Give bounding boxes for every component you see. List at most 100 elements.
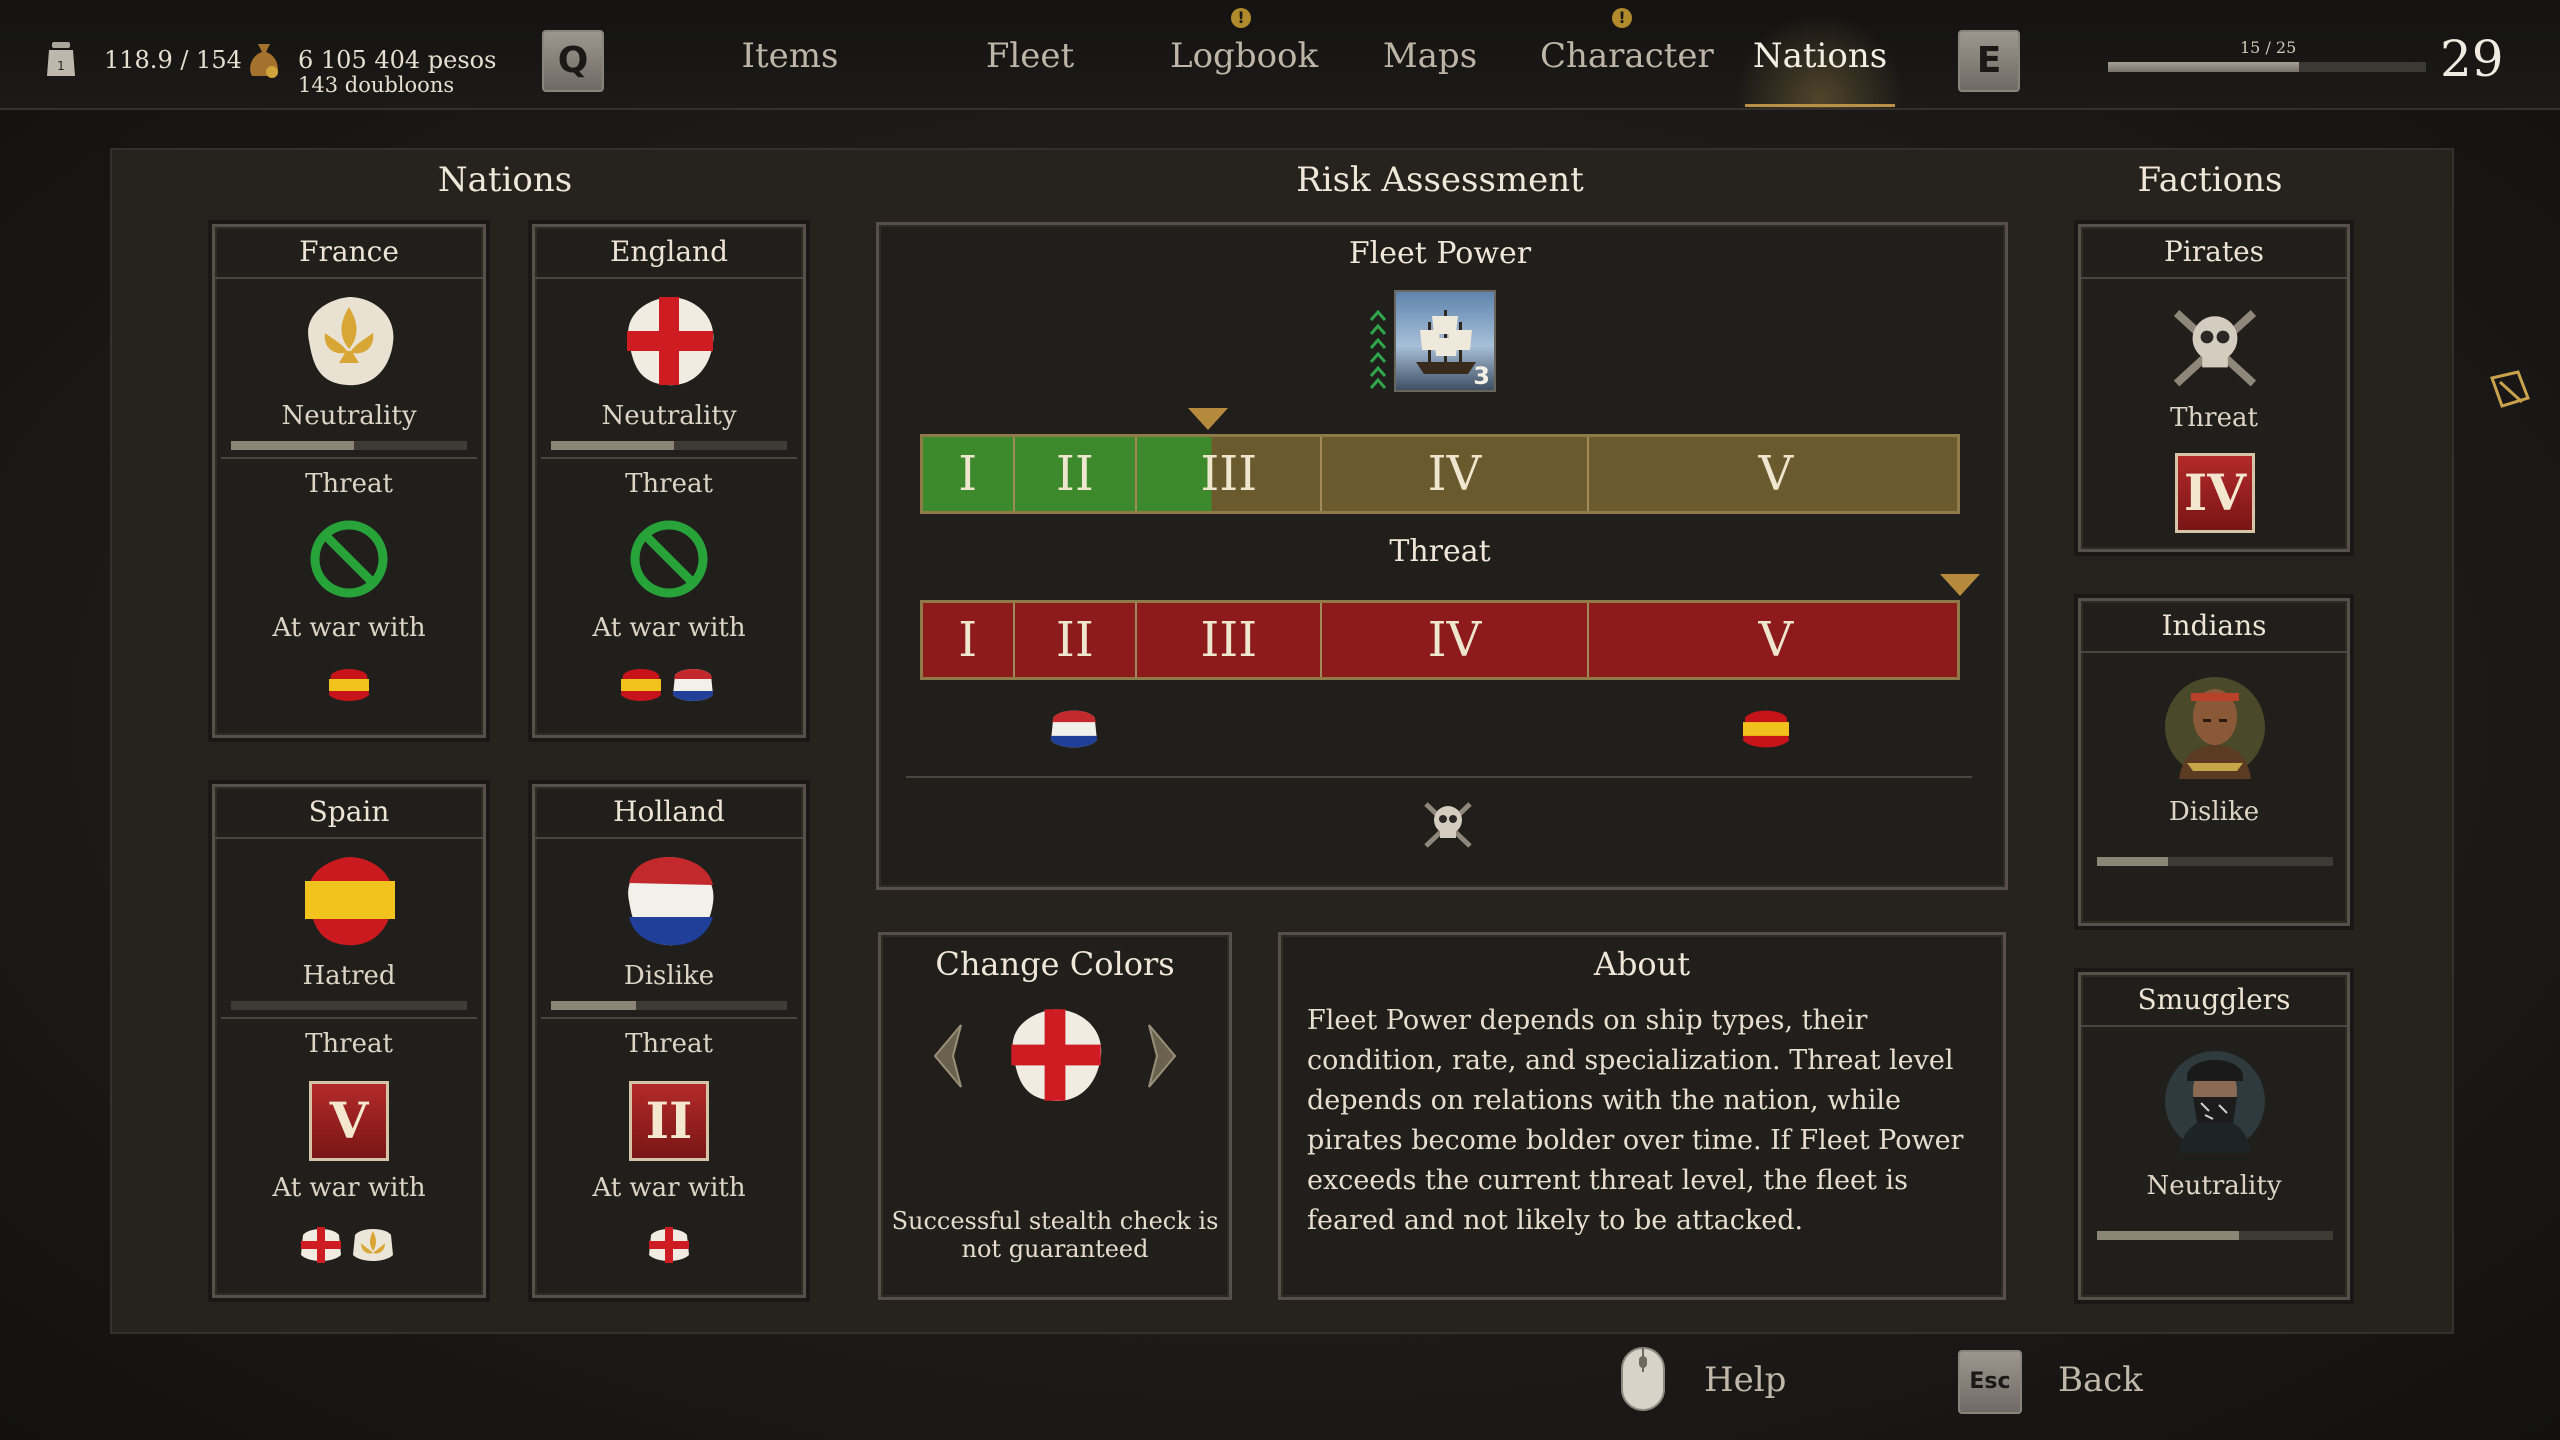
xp-bar-fill bbox=[2108, 62, 2299, 72]
player-level: 29 bbox=[2440, 30, 2504, 88]
about-text: Fleet Power depends on ship types, their… bbox=[1307, 1005, 1964, 1236]
card-header: Holland bbox=[535, 787, 803, 839]
nation-name: Holland bbox=[613, 795, 725, 828]
tab-fleet[interactable]: Fleet bbox=[970, 36, 1090, 76]
nation-name: Spain bbox=[308, 795, 390, 828]
map-quill-icon[interactable] bbox=[2488, 368, 2532, 412]
threat-label: Threat bbox=[305, 1029, 393, 1059]
tab-character[interactable]: Character bbox=[1540, 36, 1714, 76]
threat-level-badge: V bbox=[309, 1081, 389, 1161]
england-flag-icon bbox=[627, 297, 714, 386]
arrow-right-icon[interactable] bbox=[1143, 1021, 1183, 1091]
fleet-power-label: Fleet Power bbox=[1348, 236, 1532, 271]
threat-label: Threat bbox=[305, 469, 393, 499]
faction-card-smugglers[interactable]: Smugglers Neutrality bbox=[2078, 972, 2350, 1300]
england-flag-icon bbox=[649, 1227, 689, 1263]
nation-card-holland[interactable]: Holland Dislike Threat II At war with bbox=[532, 784, 806, 1298]
war-label: At war with bbox=[592, 1173, 746, 1203]
relation-label: Neutrality bbox=[601, 401, 737, 431]
france-fleur-de-lis-icon bbox=[308, 297, 394, 386]
logbook-alert-icon: ! bbox=[1231, 8, 1251, 28]
card-divider bbox=[541, 1017, 797, 1019]
tab-logbook[interactable]: Logbook bbox=[1170, 36, 1318, 76]
relation-bar bbox=[2097, 1231, 2333, 1240]
nation-name: England bbox=[609, 235, 728, 268]
fleet-power-scale: I II III IV V bbox=[920, 434, 1960, 514]
risk-title: Risk Assessment bbox=[1296, 160, 1584, 200]
relation-bar bbox=[2097, 857, 2333, 866]
character-alert-icon: ! bbox=[1612, 8, 1632, 28]
help-button[interactable]: Help bbox=[1704, 1360, 1786, 1400]
scale-level-1: I bbox=[923, 603, 1015, 677]
mouse-icon bbox=[1621, 1347, 1665, 1411]
weight-icon: 1 bbox=[47, 42, 75, 76]
spain-flag-icon bbox=[329, 669, 369, 701]
faction-card-indians[interactable]: Indians Dislike bbox=[2078, 598, 2350, 926]
risk-divider bbox=[906, 776, 1972, 778]
coin-bag-icon bbox=[250, 44, 278, 78]
spain-flag-icon bbox=[621, 669, 661, 701]
tab-maps[interactable]: Maps bbox=[1370, 36, 1490, 76]
card-header: England bbox=[535, 227, 803, 279]
spain-flag-icon bbox=[305, 857, 395, 946]
about-panel: About Fleet Power depends on ship types,… bbox=[1278, 932, 2006, 1300]
faction-name: Pirates bbox=[2163, 235, 2265, 268]
tab-items[interactable]: Items bbox=[730, 36, 850, 76]
card-header: Smugglers bbox=[2081, 975, 2347, 1027]
relation-label: Neutrality bbox=[281, 401, 417, 431]
holland-flag-icon bbox=[673, 669, 713, 701]
card-header: Indians bbox=[2081, 601, 2347, 653]
scale-level-1: I bbox=[923, 437, 1015, 511]
xp-bar bbox=[2108, 62, 2426, 72]
faction-card-pirates[interactable]: Pirates Threat IV bbox=[2078, 224, 2350, 552]
next-tab-key-e[interactable]: E bbox=[1958, 30, 2020, 92]
factions-title: Factions bbox=[2137, 160, 2283, 200]
card-divider bbox=[541, 457, 797, 459]
scale-level-2: II bbox=[1015, 603, 1138, 677]
faction-name: Smugglers bbox=[2137, 983, 2291, 1016]
smuggler-portrait-icon bbox=[2165, 1051, 2265, 1153]
stealth-note: Successful stealth check is not guarante… bbox=[891, 1207, 1219, 1263]
nation-card-england[interactable]: England Neutrality Threat At war with bbox=[532, 224, 806, 738]
threat-level-badge: IV bbox=[2175, 453, 2255, 533]
fleet-rank-chevrons-icon bbox=[1369, 309, 1387, 389]
nation-name: France bbox=[299, 235, 399, 268]
pirate-skull-icon bbox=[1424, 802, 1472, 848]
nations-title: Nations bbox=[437, 160, 573, 200]
tab-nations[interactable]: Nations bbox=[1750, 36, 1890, 76]
esc-key-icon: Esc bbox=[1958, 1350, 2022, 1414]
indian-portrait-icon bbox=[2165, 677, 2265, 779]
arrow-left-icon[interactable] bbox=[927, 1021, 967, 1091]
pirate-skull-icon bbox=[2173, 310, 2257, 387]
england-flag-icon bbox=[1011, 1009, 1102, 1101]
card-header: Spain bbox=[215, 787, 483, 839]
threat-scale: I II III IV V bbox=[920, 600, 1960, 680]
scale-level-5: V bbox=[1758, 612, 1794, 668]
scale-level-3: III bbox=[1137, 437, 1323, 511]
nation-card-france[interactable]: France Neutrality Threat At war with bbox=[212, 224, 486, 738]
card-header: Pirates bbox=[2081, 227, 2347, 279]
relation-bar-fill bbox=[551, 441, 674, 450]
nation-card-spain[interactable]: Spain Hatred Threat V At war with bbox=[212, 784, 486, 1298]
scale-level-5: V bbox=[1758, 446, 1794, 502]
relation-bar bbox=[231, 441, 467, 450]
threat-scale-label: Threat bbox=[1389, 534, 1491, 569]
threat-label: Threat bbox=[2170, 403, 2258, 433]
change-colors-panel: Change Colors Successful stealth check i… bbox=[878, 932, 1232, 1300]
no-threat-icon bbox=[630, 520, 708, 598]
top-bar: 1 118.9 / 154 6 105 404 pesos 143 doublo… bbox=[0, 0, 2560, 110]
active-tab-underline bbox=[1745, 104, 1895, 107]
relation-bar-fill bbox=[231, 441, 354, 450]
card-divider bbox=[221, 1017, 477, 1019]
war-label: At war with bbox=[272, 1173, 426, 1203]
prev-tab-key-q[interactable]: Q bbox=[542, 30, 604, 92]
threat-label: Threat bbox=[625, 469, 713, 499]
back-button[interactable]: Back bbox=[2058, 1360, 2143, 1400]
relation-bar-fill bbox=[2097, 1231, 2239, 1240]
weight-value: 118.9 / 154 bbox=[104, 46, 242, 74]
fleet-ship-card[interactable]: 3 bbox=[1394, 290, 1496, 392]
england-flag-icon bbox=[301, 1227, 341, 1263]
card-divider bbox=[221, 457, 477, 459]
card-header: France bbox=[215, 227, 483, 279]
threat-marker bbox=[1940, 574, 1980, 596]
